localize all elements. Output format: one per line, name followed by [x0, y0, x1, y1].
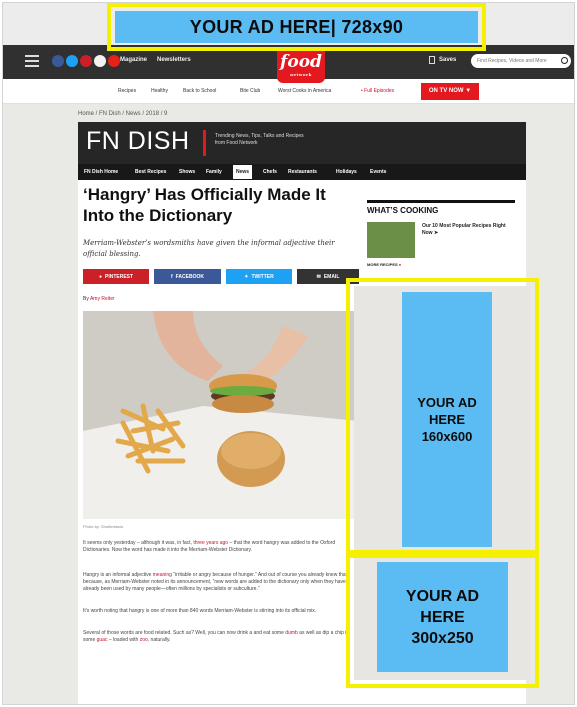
share-buttons: ● PINTEREST f FACEBOOK ✦ TWITTER ✉ EMAIL [83, 269, 359, 284]
ad-skyscraper-160x600[interactable]: YOUR AD HERE 160x600 [346, 278, 539, 558]
tab-holidays[interactable]: Holidays [336, 169, 357, 175]
burger-photo-illustration [83, 311, 359, 519]
tab-fn-dish-home[interactable]: FN Dish Home [84, 169, 118, 175]
three-years-ago-link[interactable]: three years ago [193, 540, 228, 546]
food-network-logo[interactable]: food network [277, 51, 325, 83]
ad-rectangle-300x250[interactable]: YOUR AD HERE 300x250 [346, 550, 539, 688]
article-paragraph-1: It seems only yesterday – although it wa… [83, 540, 359, 554]
para1-text-a: It seems only yesterday – although it wa… [83, 540, 192, 546]
article-paragraph-4: Several of those words are food related.… [83, 630, 359, 644]
article-headline: ‘Hangry’ Has Officially Made It Into the… [83, 185, 326, 225]
tab-family[interactable]: Family [206, 169, 222, 175]
pinterest-icon[interactable] [80, 55, 92, 67]
logo-text: food [280, 52, 322, 72]
para4-text-a: Several of those words are food related.… [83, 630, 253, 636]
article-dek: Merriam-Webster’s wordsmiths have given … [83, 239, 335, 258]
tagline-line-1: Trending News, Tips, Talks and Recipes [215, 133, 304, 139]
guac-link[interactable]: guac [97, 637, 108, 643]
byline: By Amy Reiter [83, 296, 115, 302]
byline-prefix: By [83, 296, 89, 302]
ad-skyscraper-line-2: HERE [428, 412, 466, 427]
saves-label: Saves [439, 57, 457, 63]
hamburger-menu-icon[interactable] [25, 55, 39, 67]
para4-text-b: and eat some [253, 630, 284, 636]
ad-skyscraper-label: YOUR AD HERE 160x600 [402, 292, 492, 547]
fork-icon [203, 130, 206, 156]
para4-text-e: , naturally. [147, 637, 171, 643]
article-photo [83, 311, 359, 519]
subnav-item-bite-club[interactable]: Bite Club [240, 88, 260, 94]
arrow-circle-icon: ● [398, 262, 402, 267]
instagram-icon[interactable] [94, 55, 106, 67]
para2-text-a: Hangry is an informal adjective [83, 572, 152, 578]
fn-dish-header: FN DISH Trending News, Tips, Talks and R… [78, 122, 526, 164]
article-paragraph-2: Hangry is an informal adjective meaning … [83, 572, 359, 593]
breadcrumb[interactable]: Home / FN Dish / News / 2018 / 9 [78, 111, 167, 117]
twitter-share-label: TWITTER [251, 273, 274, 280]
ad-skyscraper-line-1: YOUR AD [417, 395, 477, 410]
tab-events[interactable]: Events [370, 169, 386, 175]
ad-leaderboard-728x90[interactable]: YOUR AD HERE| 728x90 [107, 3, 486, 51]
subnav-item-worst-cooks[interactable]: Worst Cooks in America [278, 88, 331, 94]
ad-leaderboard-label: YOUR AD HERE| 728x90 [115, 11, 478, 43]
tab-news[interactable]: News [233, 165, 253, 179]
more-recipes-link[interactable]: MORE RECIPES ● [367, 262, 401, 267]
para4-text-d: – loaded with [108, 637, 139, 643]
tagline-line-2: from Food Network [215, 140, 258, 146]
fn-dish-tabs: FN Dish Home Best Recipes Shows Family N… [78, 164, 526, 180]
byline-author[interactable]: Amy Reiter [90, 296, 115, 302]
whats-cooking-heading: WHAT’S COOKING [367, 200, 515, 215]
zoo-link[interactable]: zoo [140, 637, 148, 643]
twitter-icon: ✦ [244, 273, 249, 280]
fn-dish-tagline: Trending News, Tips, Talks and Recipes f… [215, 133, 304, 147]
subnav-item-full-episodes[interactable]: • Full Episodes [361, 88, 394, 94]
more-recipes-label: MORE RECIPES [367, 262, 398, 267]
search-icon[interactable] [561, 57, 568, 64]
ad-skyscraper-line-3: 160x600 [421, 429, 473, 444]
article-paragraph-3: It’s worth noting that hangry is one of … [83, 608, 317, 614]
on-tv-now-label: ON TV NOW [428, 88, 464, 94]
ad-rectangle-line-1: YOUR AD [405, 587, 480, 605]
twitter-share-button[interactable]: ✦ TWITTER [226, 269, 292, 284]
tab-restaurants[interactable]: Restaurants [288, 169, 317, 175]
photo-caption: Photo by: Shutterstock [83, 524, 124, 529]
ad-rectangle-label: YOUR AD HERE 300x250 [377, 562, 508, 672]
email-icon: ✉ [316, 273, 321, 280]
facebook-share-label: FACEBOOK [175, 273, 204, 280]
subnav-item-recipes[interactable]: Recipes [118, 88, 136, 94]
nav-magazine[interactable]: Magazine [120, 57, 147, 63]
search-placeholder: Find Recipes, Videos and More [477, 58, 547, 64]
logo-subtext: network [290, 72, 312, 77]
facebook-icon: f [170, 273, 173, 280]
subnav-item-back-to-school[interactable]: Back to School [183, 88, 216, 94]
search-input[interactable]: Find Recipes, Videos and More [471, 54, 571, 68]
social-icons [52, 55, 120, 67]
whats-cooking-promo-link[interactable]: Our 10 Most Popular Recipes Right Now ➤ [422, 223, 512, 237]
ad-rectangle-line-3: 300x250 [411, 629, 474, 647]
bookmark-icon [429, 56, 435, 64]
facebook-icon[interactable] [52, 55, 64, 67]
tab-chefs[interactable]: Chefs [263, 169, 277, 175]
email-share-label: EMAIL [323, 273, 340, 280]
whats-cooking-thumbnail[interactable] [367, 222, 415, 258]
subnav-item-healthy[interactable]: Healthy [151, 88, 168, 94]
pinterest-icon: ● [98, 273, 102, 280]
on-tv-now-button[interactable]: ON TV NOW ▼ [421, 83, 479, 100]
facebook-share-button[interactable]: f FACEBOOK [154, 269, 221, 284]
pinterest-share-button[interactable]: ● PINTEREST [83, 269, 149, 284]
ad-rectangle-line-2: HERE [420, 608, 465, 626]
pinterest-share-label: PINTEREST [104, 273, 134, 280]
nav-newsletters[interactable]: Newsletters [157, 57, 191, 63]
meaning-link[interactable]: meaning [153, 572, 172, 578]
arrow-icon: ➤ [433, 230, 439, 236]
youtube-icon[interactable] [108, 55, 120, 67]
tab-best-recipes[interactable]: Best Recipes [135, 169, 166, 175]
saves-button[interactable]: Saves [429, 56, 456, 64]
page-screenshot-frame: Magazine Newsletters Saves Find Recipes,… [2, 2, 575, 705]
twitter-icon[interactable] [66, 55, 78, 67]
tab-shows[interactable]: Shows [179, 169, 195, 175]
fn-dish-logo[interactable]: FN DISH [86, 127, 190, 156]
dumb-link[interactable]: dumb [285, 630, 298, 636]
